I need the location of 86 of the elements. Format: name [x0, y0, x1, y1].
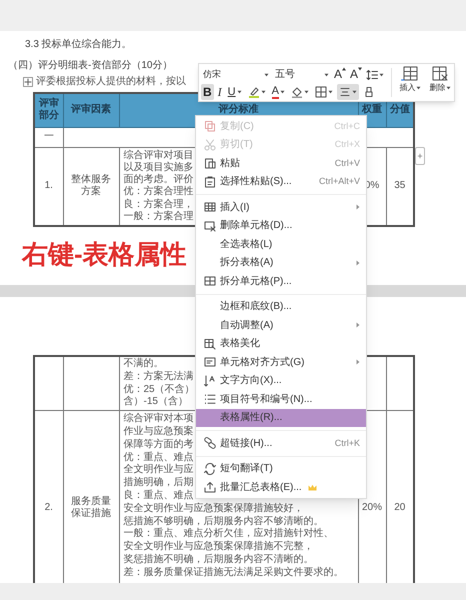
table-icon	[204, 201, 216, 214]
criteria-line: 以及项目实施多	[124, 162, 194, 174]
table-insert-icon	[401, 66, 419, 82]
body-text: 评委根据投标人提供的材料，按以	[36, 75, 186, 88]
heading-text: 3.3 投标单位综合能力。	[25, 38, 132, 51]
link-icon	[204, 437, 216, 450]
menu-item[interactable]: 拆分单元格(P)...	[196, 272, 366, 290]
translate-icon	[204, 462, 216, 475]
text-direction-icon	[204, 374, 216, 387]
caption-text: 右键-表格属性	[22, 239, 187, 270]
border-grid-icon	[314, 86, 327, 98]
caret-icon	[446, 86, 450, 90]
submenu-arrow-icon	[356, 322, 360, 328]
align-center-icon	[338, 86, 351, 98]
menu-item[interactable]: 拆分表格(A)	[196, 254, 366, 272]
criteria-line: 作业与应急预案	[124, 426, 194, 438]
criteria-line: 差：方案无法满	[124, 370, 194, 384]
bullet-list-icon	[204, 393, 216, 406]
copy-icon	[204, 120, 216, 132]
font-dropdown[interactable]: 仿宋	[201, 67, 271, 82]
font-color-button[interactable]: A	[270, 84, 287, 100]
highlighter-icon	[248, 86, 260, 98]
tray-upload-icon	[204, 481, 216, 494]
paint-bucket-icon	[290, 86, 303, 98]
delete-button[interactable]: 删除	[428, 66, 452, 101]
column-header: 评审部分	[34, 93, 63, 127]
criteria-line: 保障等方面的考	[124, 438, 194, 452]
submenu-arrow-icon	[356, 260, 360, 266]
menu-item[interactable]: 文字方向(X)...	[196, 372, 366, 390]
eraser-icon	[362, 86, 375, 98]
line-spacing-icon	[366, 68, 378, 80]
menu-item[interactable]: 自动调整(A)	[196, 316, 366, 334]
up-triangle-icon	[342, 67, 346, 71]
criteria-line: 良：重点、难点	[124, 490, 194, 502]
clipboard-icon	[204, 176, 216, 188]
criteria-line: 优：重点、难点	[124, 452, 194, 464]
table-cell: 一	[34, 127, 63, 147]
table-move-handle-icon[interactable]	[23, 76, 33, 86]
heading-text: （四）评分明细表-资信部分（10分）	[8, 59, 172, 72]
caret-icon	[264, 72, 269, 76]
criteria-line: 奖惩措施不明确，后期服务内容不清晰的。	[124, 554, 314, 566]
criteria-line: 良：方案合理，	[124, 198, 194, 210]
delete-cell-icon	[204, 220, 216, 232]
down-triangle-icon	[358, 67, 362, 71]
cell-align-icon	[204, 356, 216, 368]
menu-item[interactable]: 项目符号和编号(N)...	[196, 390, 366, 408]
criteria-line: 惩措施不够明确，后期服务内容不够清晰的。	[124, 516, 324, 528]
criteria-line: 综合评审对项目	[124, 150, 194, 162]
criteria-line: 安全文明作业与应急预案保障措施较好，	[124, 502, 304, 516]
criteria-line: 差：服务质量保证措施无法满足采购文件要求的。	[124, 566, 344, 580]
shrink-font-button[interactable]: A	[349, 67, 364, 82]
criteria-line: 措施明确，后期	[124, 477, 194, 490]
criteria-line: 一般：重点、难点分析欠佳，应对措施针对性、	[124, 528, 334, 540]
criteria-line: 面的考虑。评价	[124, 174, 194, 186]
menu-item[interactable]: 边框和底纹(B)...	[196, 298, 366, 316]
criteria-line: 一般：方案合理	[124, 210, 194, 224]
criteria-line: 全文明作业与应	[124, 464, 194, 476]
grow-font-button[interactable]: A	[333, 67, 348, 82]
menu-item[interactable]: 全选表格(L)	[196, 235, 366, 254]
column-header: 评审因素	[63, 93, 119, 127]
crown-icon	[308, 484, 317, 491]
menu-item[interactable]: 单元格对齐方式(G)	[196, 353, 366, 372]
caret-icon	[416, 86, 420, 90]
submenu-arrow-icon	[356, 204, 360, 210]
split-cell-icon	[204, 275, 216, 288]
line-spacing-button[interactable]	[365, 67, 386, 82]
criteria-line: 综合评审对本项	[124, 413, 194, 426]
criteria-line: 优：25（不含）	[124, 384, 195, 396]
caret-icon	[324, 72, 329, 76]
submenu-arrow-icon	[356, 359, 360, 366]
criteria-line: 安全文明作业与应急预案保障措施不完整，	[124, 541, 314, 554]
criteria-line: 不满的。	[124, 358, 164, 370]
borders-button[interactable]	[312, 84, 335, 100]
clipboard-icon	[204, 157, 216, 170]
menu-item[interactable]: 表格美化	[196, 334, 366, 353]
table-delete-icon	[431, 66, 449, 82]
align-button[interactable]	[336, 84, 359, 100]
criteria-line: 含）-15（含）	[124, 396, 188, 410]
scissors-icon	[204, 138, 216, 151]
font-size-dropdown[interactable]: 五号	[273, 67, 331, 82]
caret-icon	[379, 72, 384, 76]
add-column-button[interactable]: +	[415, 147, 425, 165]
bold-button[interactable]: B	[201, 84, 214, 100]
table-style-icon	[204, 338, 216, 350]
menu-item[interactable]: 表格属性(R)...	[196, 408, 366, 427]
criteria-line: 优：方案合理性	[124, 186, 194, 198]
